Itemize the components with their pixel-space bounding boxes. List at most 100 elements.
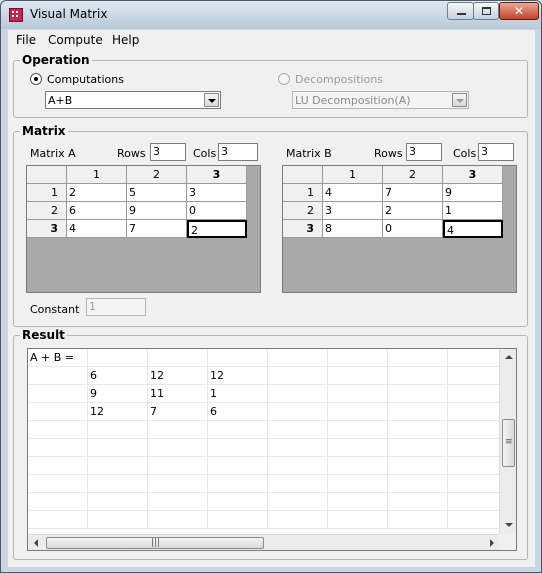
result-empty-cell[interactable] xyxy=(268,493,328,511)
row-header[interactable]: 1 xyxy=(27,184,67,202)
result-empty-cell[interactable] xyxy=(28,493,88,511)
result-empty-cell[interactable] xyxy=(388,403,448,421)
result-empty-cell[interactable] xyxy=(208,349,268,367)
computations-radio[interactable] xyxy=(30,73,42,85)
result-empty-cell[interactable] xyxy=(28,511,88,529)
row-header[interactable]: 2 xyxy=(283,202,323,220)
result-empty-cell[interactable] xyxy=(388,475,448,493)
result-empty-cell[interactable] xyxy=(148,511,208,529)
decompositions-select[interactable]: LU Decomposition(A) xyxy=(292,91,469,109)
result-empty-cell[interactable] xyxy=(388,511,448,529)
matrix-a-cell-selected[interactable]: 2 xyxy=(187,220,247,238)
scroll-up-icon[interactable] xyxy=(505,355,513,359)
result-empty-cell[interactable] xyxy=(88,511,148,529)
vertical-scroll-thumb[interactable]: ≡ xyxy=(502,419,515,467)
chevron-down-icon[interactable] xyxy=(452,93,467,107)
scroll-right-icon[interactable] xyxy=(490,539,494,547)
result-empty-cell[interactable] xyxy=(88,475,148,493)
result-cell[interactable]: 12 xyxy=(208,367,268,385)
result-empty-cell[interactable] xyxy=(328,367,388,385)
result-empty-cell[interactable] xyxy=(328,475,388,493)
matrix-a-cell[interactable]: 7 xyxy=(127,220,187,238)
decompositions-radio[interactable] xyxy=(278,73,290,85)
result-empty-cell[interactable] xyxy=(388,385,448,403)
result-empty-cell[interactable] xyxy=(388,439,448,457)
result-horizontal-scrollbar[interactable]: ||| xyxy=(28,534,500,550)
matrix-a-cell[interactable]: 0 xyxy=(187,202,247,220)
result-empty-cell[interactable] xyxy=(268,385,328,403)
result-cell[interactable]: 11 xyxy=(148,385,208,403)
result-empty-cell[interactable] xyxy=(388,421,448,439)
result-empty-cell[interactable] xyxy=(268,511,328,529)
result-empty-cell[interactable] xyxy=(388,349,448,367)
chevron-down-icon[interactable] xyxy=(204,93,219,107)
matrix-a-cell[interactable]: 5 xyxy=(127,184,187,202)
matrix-a-rows-input[interactable]: 3 xyxy=(150,143,186,161)
horizontal-scroll-thumb[interactable]: ||| xyxy=(46,537,264,549)
row-header[interactable]: 3 xyxy=(283,220,323,238)
result-empty-cell[interactable] xyxy=(28,421,88,439)
result-empty-cell[interactable] xyxy=(28,457,88,475)
result-empty-cell[interactable] xyxy=(148,475,208,493)
column-header[interactable]: 1 xyxy=(323,166,383,184)
result-empty-cell[interactable] xyxy=(28,439,88,457)
title-bar[interactable]: Visual Matrix ✕ xyxy=(1,1,541,29)
column-header[interactable]: 2 xyxy=(383,166,443,184)
result-empty-cell[interactable] xyxy=(88,439,148,457)
matrix-b-cell[interactable]: 0 xyxy=(383,220,443,238)
matrix-a-cell[interactable]: 4 xyxy=(67,220,127,238)
result-cell[interactable]: 6 xyxy=(88,367,148,385)
result-empty-cell[interactable] xyxy=(388,457,448,475)
close-button[interactable]: ✕ xyxy=(499,2,539,20)
result-empty-cell[interactable] xyxy=(208,511,268,529)
matrix-a-cols-input[interactable]: 3 xyxy=(218,143,258,161)
result-empty-cell[interactable] xyxy=(88,493,148,511)
result-grid[interactable]: A + B = 6 12 12 9 11 1 12 7 6 ≡ ||| xyxy=(27,348,517,551)
result-empty-cell[interactable] xyxy=(268,349,328,367)
result-vertical-scrollbar[interactable]: ≡ xyxy=(499,349,516,535)
result-empty-cell[interactable] xyxy=(88,421,148,439)
result-empty-cell[interactable] xyxy=(148,439,208,457)
matrix-a-cell[interactable]: 9 xyxy=(127,202,187,220)
matrix-a-cell[interactable]: 6 xyxy=(67,202,127,220)
result-cell[interactable]: 9 xyxy=(88,385,148,403)
result-empty-cell[interactable] xyxy=(328,421,388,439)
result-cell[interactable]: 1 xyxy=(208,385,268,403)
result-empty-cell[interactable] xyxy=(388,367,448,385)
result-empty-cell[interactable] xyxy=(28,403,88,421)
result-empty-cell[interactable] xyxy=(148,493,208,511)
result-empty-cell[interactable] xyxy=(328,493,388,511)
matrix-a-cell[interactable]: 2 xyxy=(67,184,127,202)
column-header[interactable]: 2 xyxy=(127,166,187,184)
computations-select[interactable]: A+B xyxy=(45,91,221,109)
minimize-button[interactable] xyxy=(447,2,474,20)
result-empty-cell[interactable] xyxy=(208,439,268,457)
scroll-left-icon[interactable] xyxy=(34,539,38,547)
matrix-b-cols-input[interactable]: 3 xyxy=(478,143,514,161)
result-cell[interactable]: 7 xyxy=(148,403,208,421)
result-empty-cell[interactable] xyxy=(208,457,268,475)
menu-compute[interactable]: Compute xyxy=(48,33,103,47)
matrix-b-cell[interactable]: 8 xyxy=(323,220,383,238)
row-header[interactable]: 2 xyxy=(27,202,67,220)
result-empty-cell[interactable] xyxy=(148,457,208,475)
result-empty-cell[interactable] xyxy=(88,457,148,475)
result-empty-cell[interactable] xyxy=(88,349,148,367)
result-empty-cell[interactable] xyxy=(328,385,388,403)
result-empty-cell[interactable] xyxy=(28,367,88,385)
result-empty-cell[interactable] xyxy=(148,421,208,439)
result-empty-cell[interactable] xyxy=(28,475,88,493)
matrix-b-cell[interactable]: 9 xyxy=(443,184,503,202)
menu-file[interactable]: File xyxy=(16,33,36,47)
column-header[interactable]: 3 xyxy=(187,166,247,184)
result-cell[interactable]: 12 xyxy=(88,403,148,421)
matrix-b-cell[interactable]: 7 xyxy=(383,184,443,202)
matrix-b-cell[interactable]: 3 xyxy=(323,202,383,220)
result-empty-cell[interactable] xyxy=(208,475,268,493)
result-empty-cell[interactable] xyxy=(328,511,388,529)
row-header[interactable]: 3 xyxy=(27,220,67,238)
matrix-b-rows-input[interactable]: 3 xyxy=(406,143,442,161)
matrix-a-cell[interactable]: 3 xyxy=(187,184,247,202)
menu-help[interactable]: Help xyxy=(112,33,139,47)
maximize-button[interactable] xyxy=(473,2,499,20)
